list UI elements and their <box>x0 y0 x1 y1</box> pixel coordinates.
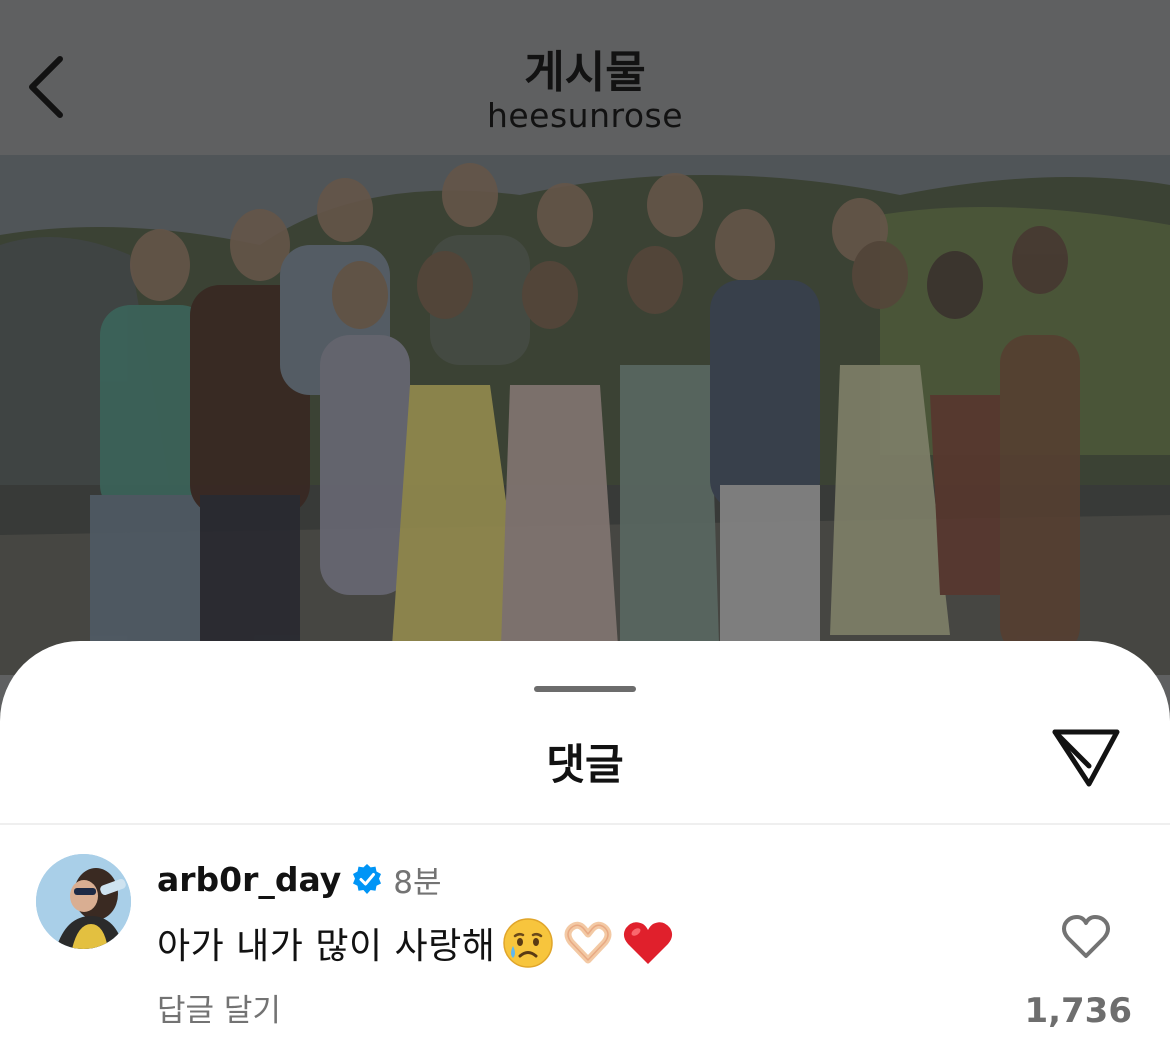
comment-time: 8분 <box>393 864 442 901</box>
comment-item: arb0r_day 8분 아가 내가 많이 사랑해 답글 달기 1,736 <box>0 825 1170 1059</box>
crying-face-icon <box>501 916 555 970</box>
like-button[interactable] <box>1058 909 1114 965</box>
comments-title: 댓글 <box>546 740 624 789</box>
comment-text: 아가 내가 많이 사랑해 <box>157 926 496 967</box>
share-button[interactable] <box>1048 725 1124 791</box>
verified-badge-icon <box>351 863 383 895</box>
post-header: 게시물 heesunrose <box>0 0 1170 155</box>
post-photo[interactable] <box>0 155 1170 675</box>
heart-hands-icon <box>561 916 615 970</box>
comment-body: 아가 내가 많이 사랑해 <box>157 913 675 973</box>
comment-header: arb0r_day 8분 <box>157 859 442 901</box>
page-title: 게시물 <box>524 47 646 98</box>
send-icon <box>1052 729 1120 787</box>
heart-outline-icon <box>1062 915 1110 958</box>
post-author-username[interactable]: heesunrose <box>0 96 1170 135</box>
like-count: 1,736 <box>1024 991 1132 1031</box>
comment-username[interactable]: arb0r_day <box>157 860 341 899</box>
sheet-grabber[interactable] <box>534 686 636 692</box>
comments-sheet: 댓글 arb0r_day 8분 아가 내가 많이 사랑해 답글 달기 1,736 <box>0 641 1170 1059</box>
red-heart-icon <box>621 916 675 970</box>
reply-button[interactable]: 답글 달기 <box>157 985 281 1030</box>
avatar[interactable] <box>36 854 131 949</box>
